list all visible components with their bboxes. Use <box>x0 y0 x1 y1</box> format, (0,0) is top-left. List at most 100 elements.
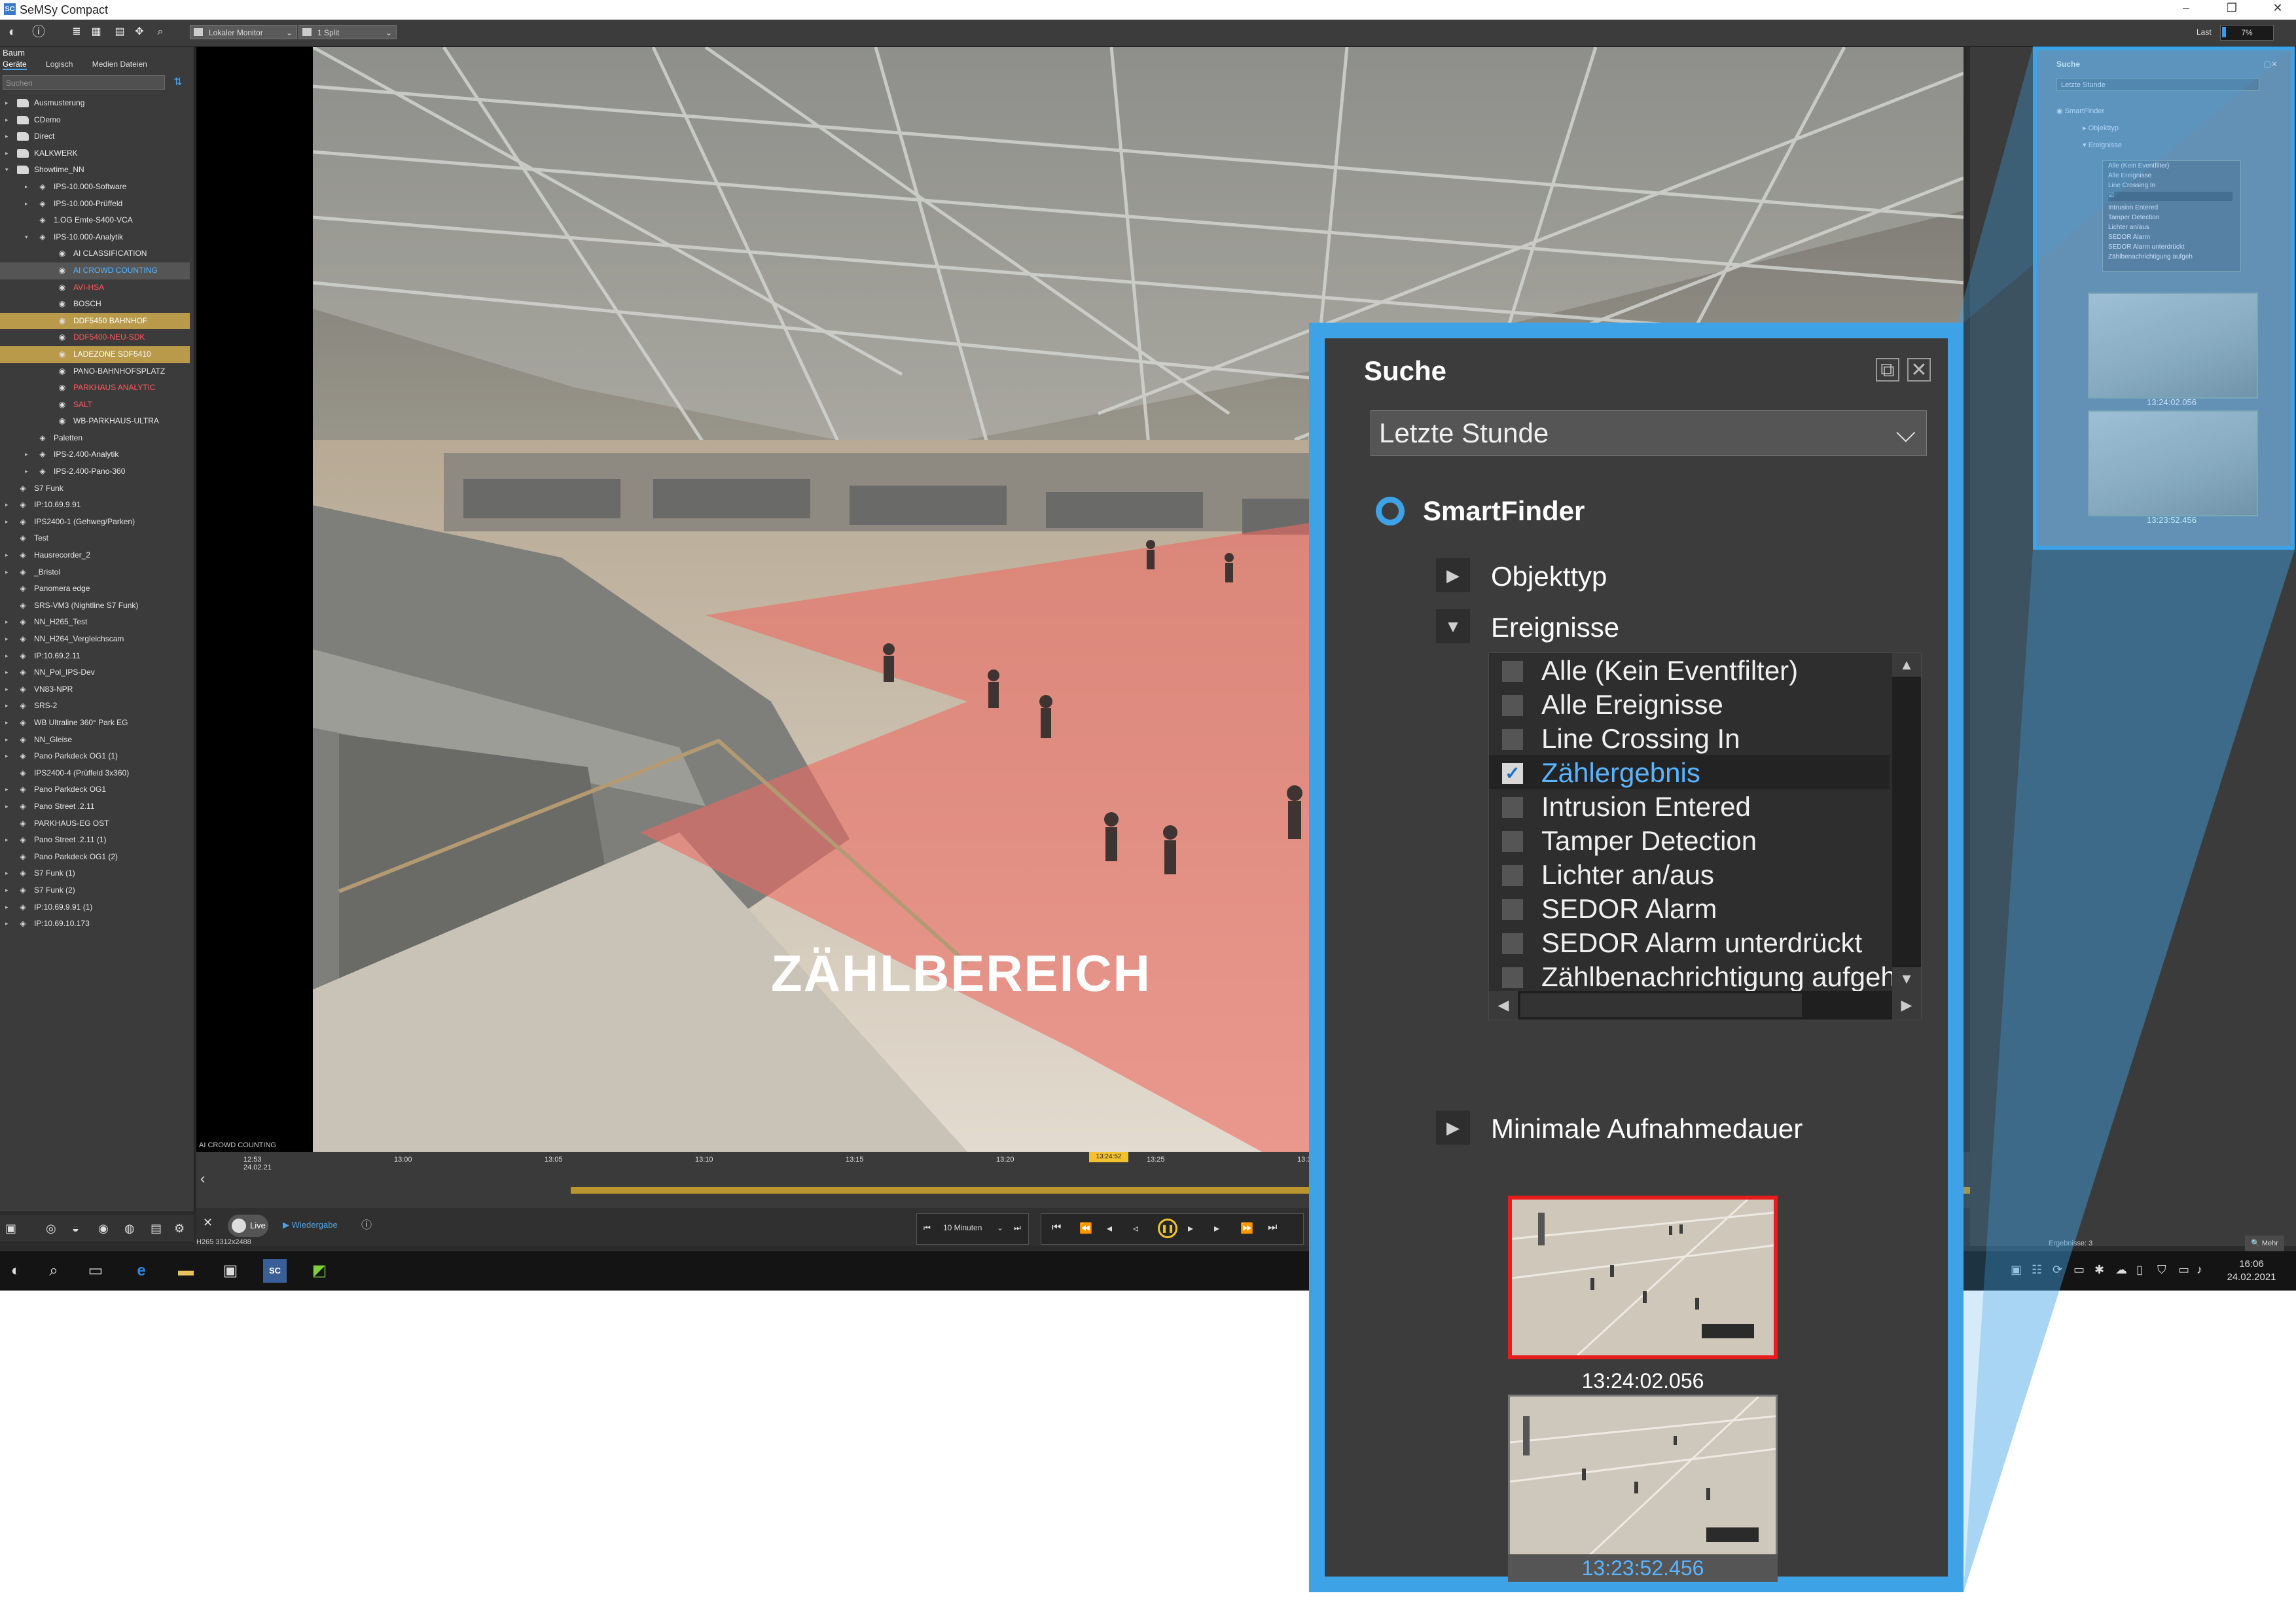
first-frame-icon[interactable]: ⏮ <box>1052 1222 1061 1234</box>
chevron-right-icon[interactable]: ▸ <box>5 865 9 882</box>
last-frame-icon[interactable]: ⏭ <box>1268 1222 1277 1234</box>
chevron-down-icon[interactable]: ▾ <box>25 229 28 246</box>
task-view-icon[interactable]: ▭ <box>84 1259 107 1283</box>
tree-item[interactable]: ▸ ◈ S7 Funk (1) <box>0 865 190 882</box>
undock-icon[interactable]: ⧉ <box>1876 358 1899 382</box>
chevron-right-icon[interactable]: ▸ <box>25 196 28 213</box>
tray-bluetooth-icon[interactable]: ✱ <box>2094 1263 2104 1277</box>
tree-item[interactable]: ▸ ◈ _Bristol <box>0 564 190 581</box>
tree-item[interactable]: ▸ CDemo <box>0 112 190 129</box>
duration-select[interactable]: ⏮ 10 Minuten ⌄ ⏭ <box>916 1213 1029 1245</box>
start-icon[interactable]: ◐ <box>4 1259 27 1283</box>
export-icon[interactable]: ▤ <box>151 1222 162 1236</box>
info-icon[interactable]: ⓘ <box>361 1216 372 1232</box>
tree-item[interactable]: ◉ BOSCH <box>0 296 190 313</box>
terminal-icon[interactable]: ▣ <box>219 1259 242 1283</box>
tray-sync-icon[interactable]: ⟳ <box>2053 1263 2062 1277</box>
chevron-right-icon[interactable]: ▸ <box>25 179 28 196</box>
tree-item[interactable]: ▸ ◈ S7 Funk (2) <box>0 882 190 899</box>
tree-item[interactable]: ◉ LADEZONE SDF5410 <box>0 346 190 363</box>
settings-icon[interactable]: ⚙ <box>174 1222 185 1236</box>
result-thumbnail[interactable] <box>1508 1395 1778 1558</box>
reverse-play-icon[interactable]: ◃ <box>1133 1222 1138 1235</box>
step-forward-icon[interactable]: ▸ <box>1214 1222 1219 1235</box>
tree-item[interactable]: ▸ ◈ IPS-2.400-Pano-360 <box>0 463 190 480</box>
tree-item[interactable]: ◈ PARKHAUS-EG OST <box>0 815 190 832</box>
layout-list-icon[interactable]: ≣ <box>68 24 85 41</box>
chevron-right-icon[interactable]: ▸ <box>5 547 9 564</box>
chevron-right-icon[interactable]: ▸ <box>5 564 9 581</box>
chevron-right-icon[interactable]: ▸ <box>5 798 9 815</box>
chevron-down-icon[interactable]: ▼ <box>1436 609 1470 643</box>
tree-item[interactable]: ◉ WB-PARKHAUS-ULTRA <box>0 413 190 430</box>
chevron-right-icon[interactable]: ▸ <box>5 631 9 648</box>
tree-item[interactable]: ▸ ◈ Pano Street .2.11 <box>0 798 190 815</box>
tree-item[interactable]: ▸ ◈ IPS-2.400-Analytik <box>0 446 190 463</box>
device-icon[interactable]: ▣ <box>5 1222 16 1236</box>
checkbox[interactable] <box>1502 831 1523 852</box>
search-icon[interactable]: ⌕ <box>152 24 169 41</box>
tree-item[interactable]: ▸ ◈ IP:10.69.9.91 (1) <box>0 899 190 916</box>
vertical-scrollbar[interactable]: ▲ ▼ <box>1892 653 1921 991</box>
chevron-right-icon[interactable]: ▶ <box>1436 1111 1470 1145</box>
scroll-left-icon[interactable]: ◀ <box>1489 991 1518 1020</box>
tree-item[interactable]: ◉ AI CLASSIFICATION <box>0 245 190 262</box>
skip-forward-icon[interactable]: ⏭ <box>1014 1223 1021 1233</box>
chevron-right-icon[interactable]: ▸ <box>5 145 9 162</box>
step-back-icon[interactable]: ◂ <box>1107 1222 1112 1235</box>
event-filter-item[interactable]: Line Crossing In <box>1489 721 1890 755</box>
close-button[interactable]: ✕ <box>2265 1 2291 15</box>
tree-item[interactable]: ◉ PARKHAUS ANALYTIC <box>0 380 190 397</box>
tree-item[interactable]: ◉ AVI-HSA <box>0 279 190 296</box>
camera-icon[interactable]: ◎ <box>46 1222 56 1236</box>
fast-forward-icon[interactable]: ⏩ <box>1240 1222 1253 1235</box>
monitor-select[interactable]: Lokaler Monitor ⌄ <box>190 25 297 39</box>
chevron-right-icon[interactable]: ▸ <box>5 648 9 665</box>
split-select[interactable]: 1 Split ⌄ <box>298 25 397 39</box>
save-icon[interactable]: ▤ <box>111 24 128 41</box>
horizontal-scrollbar[interactable]: ◀ ▶ <box>1489 991 1921 1020</box>
semsy-tool-icon[interactable]: ◩ <box>308 1259 331 1283</box>
tray-chat-icon[interactable]: ▭ <box>2073 1263 2085 1277</box>
chevron-right-icon[interactable]: ▸ <box>5 698 9 715</box>
tree-item[interactable]: ▸ ◈ VN83-NPR <box>0 681 190 698</box>
tree-item[interactable]: ▸ ◈ NN_H265_Test <box>0 614 190 631</box>
tree-item[interactable]: ▸ ◈ IPS-10.000-Prüffeld <box>0 196 190 213</box>
tree-search-input[interactable]: Suchen <box>3 75 165 90</box>
event-filter-item[interactable]: Intrusion Entered <box>1489 789 1890 823</box>
checkbox[interactable] <box>1502 729 1523 750</box>
system-clock[interactable]: 16:06 24.02.2021 <box>2212 1258 2291 1284</box>
maximize-button[interactable]: ❐ <box>2219 1 2245 15</box>
tree-item[interactable]: ▸ ◈ Pano Parkdeck OG1 <box>0 781 190 798</box>
checkbox[interactable] <box>1502 661 1523 682</box>
smartfinder-radio[interactable] <box>1376 497 1405 526</box>
close-playback-icon[interactable]: ✕ <box>203 1216 213 1230</box>
scroll-right-icon[interactable]: ▶ <box>1892 991 1921 1020</box>
tree-item[interactable]: ▸ ◈ WB Ultraline 360° Park EG <box>0 715 190 732</box>
chevron-right-icon[interactable]: ▸ <box>5 832 9 849</box>
result-thumbnail-selected[interactable] <box>1508 1196 1778 1359</box>
fast-rewind-icon[interactable]: ⏪ <box>1079 1222 1092 1235</box>
tree-item[interactable]: ▸ Direct <box>0 128 190 145</box>
timeline-cursor[interactable]: 13:24:52 <box>1089 1152 1128 1162</box>
tree-item[interactable]: ▸ ◈ Pano Street .2.11 (1) <box>0 832 190 849</box>
info-icon[interactable]: ⓘ <box>30 24 47 41</box>
tree-item[interactable]: ◈ S7 Funk <box>0 480 190 497</box>
chevron-right-icon[interactable]: ▸ <box>5 95 9 112</box>
event-filter-item[interactable]: Tamper Detection <box>1489 823 1890 857</box>
tree-item[interactable]: ▸ ◈ IP:10.69.9.91 <box>0 497 190 514</box>
chevron-right-icon[interactable]: ▸ <box>5 916 9 933</box>
event-filter-item[interactable]: Alle (Kein Eventfilter) <box>1489 653 1890 687</box>
cam-group-icon[interactable]: ◉ <box>98 1222 109 1236</box>
checkbox[interactable] <box>1502 695 1523 716</box>
chevron-right-icon[interactable]: ▸ <box>5 882 9 899</box>
tree-item[interactable]: ▸ ◈ Pano Parkdeck OG1 (1) <box>0 748 190 765</box>
chevron-right-icon[interactable]: ▸ <box>5 112 9 129</box>
timeline-prev-icon[interactable]: ‹ <box>200 1170 205 1187</box>
time-range-select[interactable]: Letzte Stunde ⌵ <box>1371 410 1927 456</box>
minimize-button[interactable]: – <box>2173 1 2199 15</box>
close-icon[interactable]: ✕ <box>1907 358 1931 382</box>
tree-item[interactable]: ◈ Panomera edge <box>0 580 190 597</box>
tree-item[interactable]: ▸ ◈ IPS2400-1 (Gehweg/Parken) <box>0 514 190 531</box>
tree-item[interactable]: ◈ Paletten <box>0 430 190 447</box>
